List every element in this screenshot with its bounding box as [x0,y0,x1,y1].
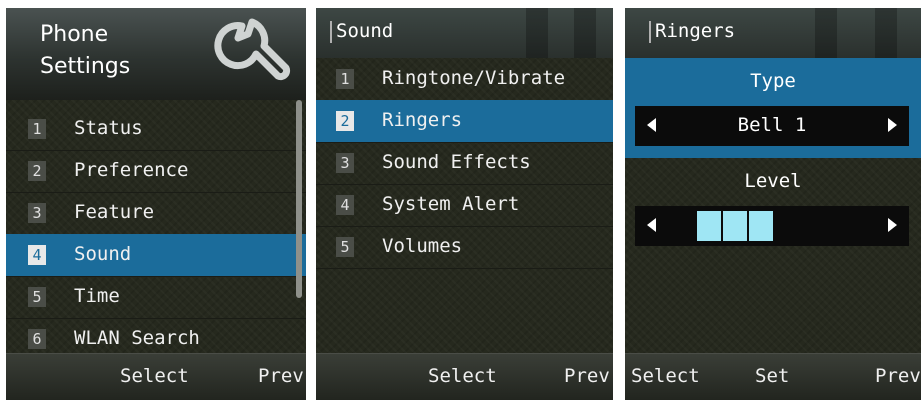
item-number: 6 [28,329,46,349]
item-number: 5 [336,237,354,257]
item-number: 1 [28,119,46,139]
menu-item-status[interactable]: 1 Status [6,108,306,151]
item-label: Sound [74,243,132,265]
item-label: Ringers [382,109,463,131]
menu-item-system-alert[interactable]: 4 System Alert [316,184,613,227]
type-selector[interactable]: Bell 1 [635,106,909,146]
scrollbar-thumb[interactable] [296,100,302,298]
item-label: Time [74,285,120,307]
item-number: 3 [28,203,46,223]
softkey-bar: Select Prev [6,353,306,400]
ringers-header: Ringers [625,8,921,58]
arrow-right-icon[interactable] [888,218,897,232]
level-section: Level [625,158,921,208]
header-divider [649,21,651,43]
softkey-select[interactable]: Select [120,365,189,387]
item-label: Feature [74,201,155,223]
level-meter [697,211,773,241]
menu-item-ringtone-vibrate[interactable]: 1 Ringtone/Vibrate [316,58,613,101]
softkey-set[interactable]: Set [755,365,789,387]
menu-item-sound[interactable]: 4 Sound [6,234,306,277]
sound-header: Sound [316,8,613,58]
item-number: 4 [336,195,354,215]
arrow-left-icon[interactable] [647,218,656,232]
item-label: Ringtone/Vibrate [382,67,566,89]
ringers-screen: Ringers Type Bell 1 Level Select Set Pre… [625,8,921,400]
softkey-select[interactable]: Select [631,365,700,387]
softkey-bar: Select Set Prev [625,353,921,400]
menu-item-volumes[interactable]: 5 Volumes [316,226,613,269]
softkey-prev[interactable]: Prev [875,365,921,387]
item-label: Preference [74,159,189,181]
softkey-bar: Select Prev [316,353,613,400]
menu-item-sound-effects[interactable]: 3 Sound Effects [316,142,613,185]
item-label: Status [74,117,143,139]
level-selector[interactable] [635,206,909,246]
level-label: Level [744,170,802,192]
type-value: Bell 1 [737,114,807,136]
sound-screen: Sound 1 Ringtone/Vibrate 2 Ringers 3 Sou… [316,8,613,400]
page-title: Sound [336,20,394,42]
level-cell [697,211,721,241]
phone-settings-screen: Phone Settings 1 Status 2 Preference 3 F… [6,8,306,400]
item-number: 4 [28,245,46,265]
arrow-right-icon[interactable] [888,118,897,132]
level-cell [749,211,773,241]
item-label: System Alert [382,193,520,215]
item-number: 2 [336,111,354,131]
item-label: Volumes [382,235,463,257]
menu-item-time[interactable]: 5 Time [6,276,306,319]
item-label: Sound Effects [382,151,531,173]
item-number: 2 [28,161,46,181]
scrollbar[interactable] [296,100,302,298]
menu-item-ringers[interactable]: 2 Ringers [316,100,613,143]
item-number: 5 [28,287,46,307]
softkey-prev[interactable]: Prev [258,365,304,387]
item-label: WLAN Search [74,327,200,349]
type-section: Type Bell 1 [625,58,921,158]
settings-header: Phone Settings [6,8,306,100]
item-number: 3 [336,153,354,173]
softkey-prev[interactable]: Prev [564,365,610,387]
type-label: Type [750,70,796,92]
softkey-select[interactable]: Select [428,365,497,387]
header-divider [330,21,332,43]
level-cell [723,211,747,241]
item-number: 1 [336,69,354,89]
header-title-line1: Phone [40,22,109,47]
menu-item-feature[interactable]: 3 Feature [6,192,306,235]
wrench-icon [214,18,291,81]
page-title: Ringers [655,20,736,42]
header-title-line2: Settings [40,54,131,79]
menu-item-preference[interactable]: 2 Preference [6,150,306,193]
